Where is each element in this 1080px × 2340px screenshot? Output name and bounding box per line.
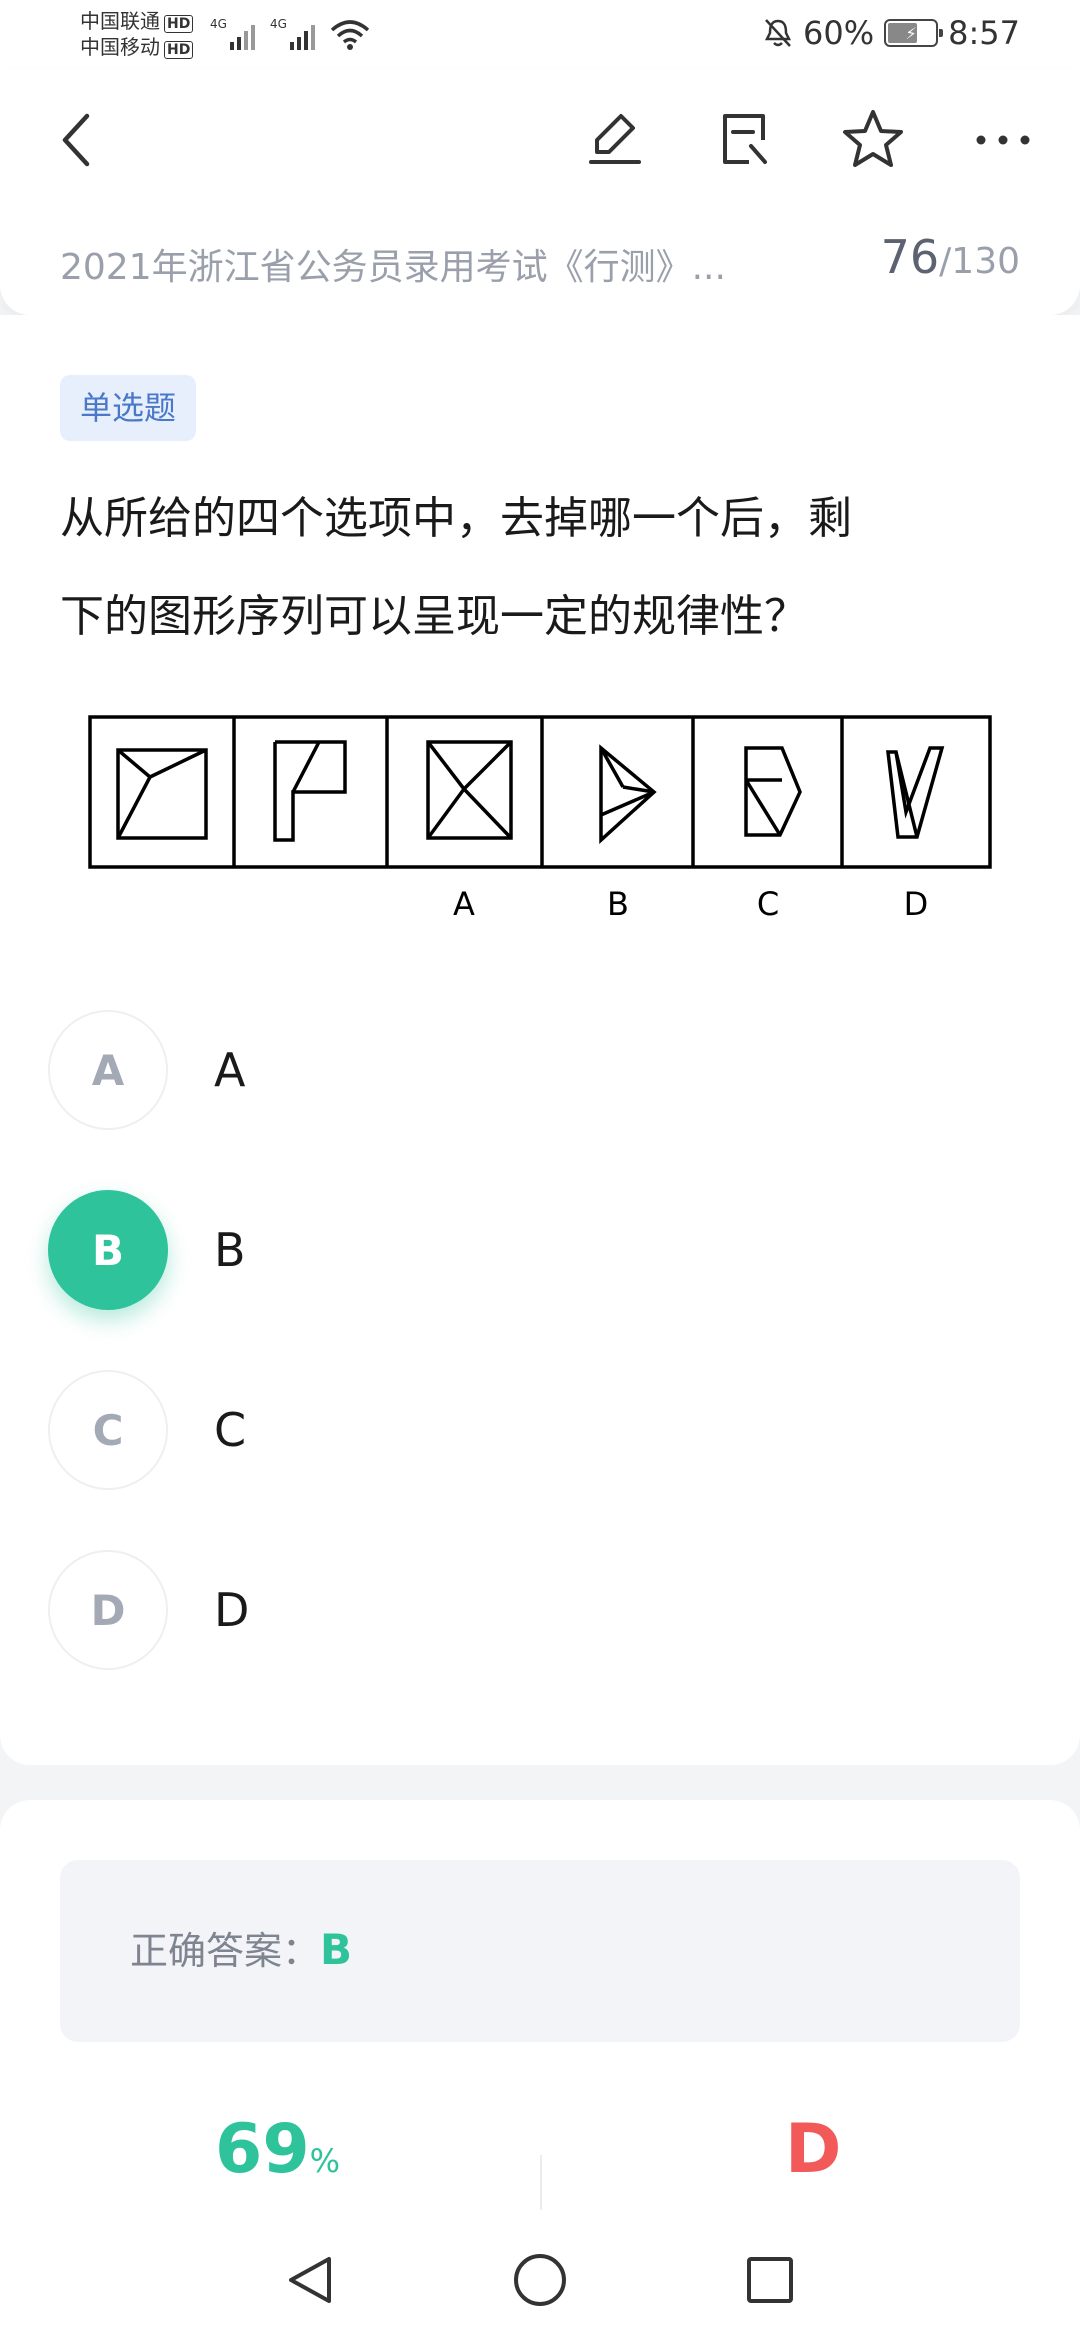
network-label-2: 4G bbox=[270, 17, 287, 31]
hd-badge-1: HD bbox=[164, 15, 194, 33]
carrier-1: 中国联通 bbox=[80, 9, 160, 33]
correct-answer: 正确答案：B bbox=[130, 1920, 352, 1975]
question-stem: 从所给的四个选项中，去掉哪一个后，剩 下的图形序列可以呈现一定的规律性？ bbox=[60, 470, 1020, 666]
favorite-button[interactable] bbox=[838, 105, 908, 175]
edit-icon bbox=[589, 114, 641, 164]
carrier-2: 中国移动 bbox=[80, 35, 160, 59]
figure-label-a: A bbox=[453, 885, 475, 923]
wifi-icon bbox=[330, 20, 370, 50]
note-button[interactable] bbox=[710, 105, 780, 175]
common-wrong-answer: D bbox=[785, 2110, 842, 2189]
figure-label-d: D bbox=[904, 885, 929, 923]
correct-answer-value: B bbox=[320, 1925, 353, 1974]
option-d-text: D bbox=[214, 1583, 250, 1637]
more-icon bbox=[976, 135, 1030, 145]
more-button[interactable] bbox=[968, 105, 1038, 175]
nav-back-button[interactable] bbox=[280, 2250, 340, 2310]
correct-answer-label: 正确答案： bbox=[130, 1929, 321, 1973]
nav-recent-icon bbox=[747, 2257, 793, 2303]
battery-percent: 60% bbox=[803, 14, 875, 52]
option-d[interactable]: D D bbox=[48, 1550, 1008, 1670]
clock: 8:57 bbox=[948, 14, 1020, 52]
progress-total: /130 bbox=[939, 241, 1020, 282]
accuracy-value: 69 bbox=[215, 2110, 310, 2189]
option-c-letter: C bbox=[48, 1370, 168, 1490]
nav-home-button[interactable] bbox=[510, 2250, 570, 2310]
accuracy-stat: 69% bbox=[215, 2110, 340, 2189]
stem-line-2: 下的图形序列可以呈现一定的规律性？ bbox=[60, 591, 808, 642]
carrier-info: 中国联通 HD 中国移动 HD bbox=[80, 8, 194, 60]
system-nav-bar bbox=[0, 2220, 1080, 2340]
stem-line-1: 从所给的四个选项中，去掉哪一个后，剩 bbox=[60, 493, 852, 544]
option-d-letter: D bbox=[48, 1550, 168, 1670]
nav-home-icon bbox=[514, 2254, 566, 2306]
network-label-1: 4G bbox=[210, 17, 227, 31]
stat-divider bbox=[540, 2155, 542, 2210]
correct-answer-box: 正确答案：B bbox=[60, 1860, 1020, 2042]
option-c-text: C bbox=[214, 1403, 247, 1457]
note-icon bbox=[723, 114, 767, 164]
nav-back-icon bbox=[289, 2257, 331, 2303]
status-bar: 中国联通 HD 中国移动 HD 4G 4G 60% ⚡ 8:57 bbox=[0, 0, 1080, 70]
option-b[interactable]: B B bbox=[48, 1190, 1008, 1310]
option-a-letter: A bbox=[48, 1010, 168, 1130]
option-b-text: B bbox=[214, 1223, 246, 1277]
figure-label-b: B bbox=[607, 885, 629, 923]
hd-badge-2: HD bbox=[164, 41, 194, 59]
status-right: 60% ⚡ 8:57 bbox=[763, 14, 1020, 52]
progress-current: 76 bbox=[880, 230, 940, 284]
top-nav: 2021年浙江省公务员录用考试《行测》... 76/130 bbox=[0, 70, 1080, 315]
signal-icon-1: 4G bbox=[210, 17, 255, 50]
question-figure: A B C D bbox=[88, 715, 992, 923]
question-type-tag: 单选题 bbox=[60, 375, 197, 441]
edit-button[interactable] bbox=[580, 105, 650, 175]
star-icon bbox=[843, 110, 903, 167]
option-a-text: A bbox=[214, 1043, 246, 1097]
option-a[interactable]: A A bbox=[48, 1010, 1008, 1130]
exam-title: 2021年浙江省公务员录用考试《行测》... bbox=[60, 247, 726, 288]
signal-icon-2: 4G bbox=[270, 17, 315, 50]
mute-bell-icon bbox=[764, 19, 792, 47]
back-button[interactable] bbox=[42, 105, 112, 175]
nav-recent-button[interactable] bbox=[740, 2250, 800, 2310]
option-b-letter: B bbox=[48, 1190, 168, 1310]
figure-label-c: C bbox=[757, 885, 779, 923]
option-c[interactable]: C C bbox=[48, 1370, 1008, 1490]
accuracy-unit: % bbox=[309, 2142, 341, 2180]
battery-icon: ⚡ bbox=[884, 19, 944, 47]
question-progress: 76/130 bbox=[881, 230, 1020, 284]
back-icon bbox=[62, 113, 90, 167]
question-card: 单选题 从所给的四个选项中，去掉哪一个后，剩 下的图形序列可以呈现一定的规律性？ bbox=[0, 315, 1080, 1765]
